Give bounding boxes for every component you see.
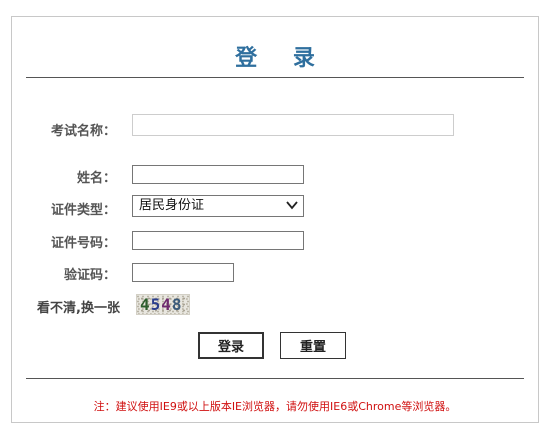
name-field[interactable] [132, 165, 304, 184]
login-panel: 登 录 考试名称： 姓名： 证件类型： 居民身份证 证件号码： 验证码： 看不清… [11, 16, 539, 423]
captcha-digit: 4 [140, 295, 151, 314]
exam-name-field[interactable] [132, 114, 454, 136]
id-type-selected-value: 居民身份证 [139, 198, 205, 213]
refresh-captcha-link[interactable]: 看不清,换一张 [12, 297, 120, 316]
reset-button[interactable]: 重置 [280, 332, 346, 359]
title-divider [26, 77, 524, 78]
id-type-label: 证件类型： [50, 203, 116, 218]
exam-name-label: 考试名称： [50, 124, 116, 139]
captcha-digit: 5 [150, 295, 162, 314]
id-number-field[interactable] [132, 231, 304, 250]
captcha-digits: 4548 [140, 295, 183, 314]
chevron-down-icon [286, 201, 298, 210]
login-button[interactable]: 登录 [198, 332, 264, 359]
footer-divider [26, 378, 524, 379]
page-title: 登 录 [235, 46, 329, 71]
captcha-digit: 8 [171, 295, 183, 314]
id-number-label: 证件号码： [50, 236, 116, 251]
captcha-field[interactable] [132, 263, 234, 282]
captcha-image[interactable]: 4548 [136, 294, 190, 315]
captcha-digit: 4 [161, 295, 172, 314]
id-type-select[interactable]: 居民身份证 [132, 195, 304, 217]
browser-notice: 注：建议使用IE9或以上版本IE浏览器，请勿使用IE6或Chrome等浏览器。 [93, 400, 457, 413]
captcha-label: 验证码： [63, 268, 116, 283]
name-label: 姓名： [76, 171, 116, 186]
